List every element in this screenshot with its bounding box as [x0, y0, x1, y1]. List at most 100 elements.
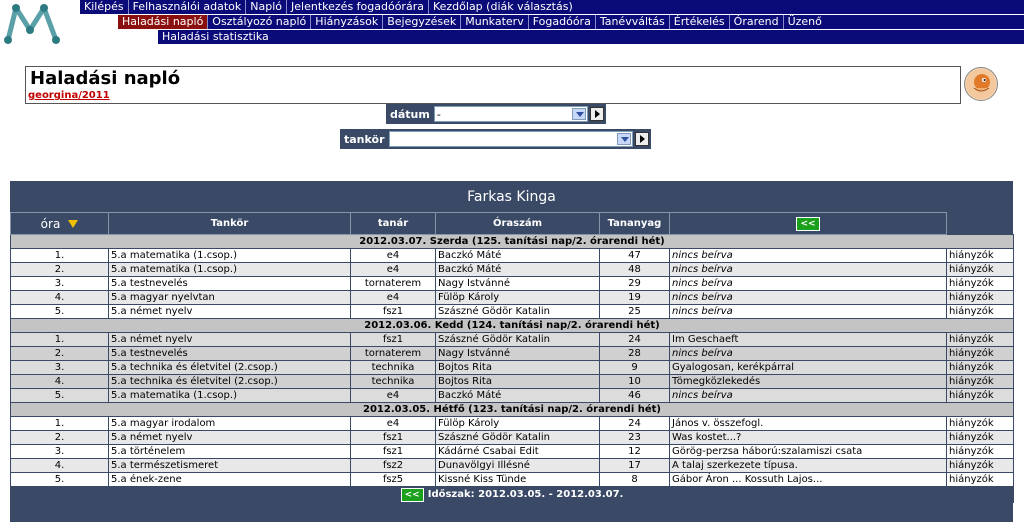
group-name: 5.a technika és életvitel (2.csop.) — [108, 374, 351, 389]
avatar[interactable] — [964, 67, 998, 101]
absentees-link[interactable]: hiányzók — [946, 444, 1014, 459]
col-header-ora[interactable]: óra — [10, 212, 109, 235]
lesson-count: 46 — [599, 388, 670, 403]
main-menu-item[interactable]: Felhasználói adatok — [129, 0, 247, 14]
footer-back-button[interactable]: << — [400, 488, 424, 502]
sub-menu-item[interactable]: Üzenő — [784, 15, 826, 29]
curriculum: Tömegközlekedés — [669, 374, 947, 389]
absentees-link[interactable]: hiányzók — [946, 248, 1014, 263]
sub-menu-item[interactable]: Haladási napló — [118, 15, 209, 29]
room: fsz1 — [350, 444, 436, 459]
lesson-count: 12 — [599, 444, 670, 459]
sub-menu-item[interactable]: Osztályozó napló — [208, 15, 312, 29]
col-header-tankor: Tankör — [108, 212, 351, 235]
teacher: Dunavölgyi Illésné — [435, 458, 600, 473]
curriculum: nincs beírva — [669, 388, 947, 403]
sub-menu-item[interactable]: Értékelés — [670, 15, 730, 29]
teacher: Szászné Gödör Katalin — [435, 332, 600, 347]
lesson-number: 1. — [10, 416, 109, 431]
sub-sub-menu-item[interactable]: Haladási statisztika — [158, 30, 273, 44]
absentees-link[interactable]: hiányzók — [946, 276, 1014, 291]
lesson-count: 47 — [599, 248, 670, 263]
date-filter-label: dátum — [390, 107, 430, 121]
curriculum: Im Geschaeft — [669, 332, 947, 347]
date-select[interactable]: - — [433, 106, 588, 122]
sort-down-icon[interactable] — [68, 220, 79, 228]
room: e4 — [350, 416, 436, 431]
teacher: Nagy Istvánné — [435, 276, 600, 291]
table-row: 4. 5.a természetismeret fsz2 Dunavölgyi Ill… — [10, 458, 1014, 473]
main-menu-item[interactable]: Kilépés — [80, 0, 129, 14]
group-name: 5.a testnevelés — [108, 346, 351, 361]
page-header: Haladási napló georgina/2011 — [25, 66, 961, 104]
absentees-link[interactable]: hiányzók — [946, 458, 1014, 473]
student-name: Farkas Kinga — [467, 189, 556, 205]
lesson-number: 4. — [10, 458, 109, 473]
sub-menu-item[interactable]: Fogadóóra — [529, 15, 596, 29]
lesson-number: 2. — [10, 346, 109, 361]
curriculum: Görög-perzsa háború:szalamiszi csata — [669, 444, 947, 459]
absentees-link[interactable]: hiányzók — [946, 416, 1014, 431]
sub-menu-item[interactable]: Tanévváltás — [596, 15, 670, 29]
table-row: 2. 5.a matematika (1.csop.) e4 Baczkó Máté 4… — [10, 262, 1014, 277]
room: fsz5 — [350, 472, 436, 487]
lesson-count: 19 — [599, 290, 670, 305]
main-menu-item[interactable]: Napló — [246, 0, 288, 14]
lesson-number: 3. — [10, 276, 109, 291]
absentees-link[interactable]: hiányzók — [946, 304, 1014, 319]
table-row: 1. 5.a magyar irodalom e4 Fülöp Károly 24 Ján… — [10, 416, 1014, 431]
lesson-count: 24 — [599, 332, 670, 347]
absentees-link[interactable]: hiányzók — [946, 374, 1014, 389]
main-menu-item[interactable]: Jelentkezés fogadóórára — [287, 0, 429, 14]
group-name: 5.a német nyelv — [108, 430, 351, 445]
absentees-link[interactable]: hiányzók — [946, 360, 1014, 375]
sub-menu-item[interactable]: Munkaterv — [461, 15, 529, 29]
col-header-tananyag: Tananyag — [599, 212, 670, 235]
curriculum: nincs beírva — [669, 346, 947, 361]
teacher: Nagy Istvánné — [435, 346, 600, 361]
group-go-button[interactable] — [634, 132, 649, 146]
main-menu: Kilépés Felhasználói adatok Napló Jelentkez… — [80, 0, 1024, 14]
sub-menu-item[interactable]: Órarend — [730, 15, 784, 29]
curriculum: nincs beírva — [669, 262, 947, 277]
absentees-link[interactable]: hiányzók — [946, 290, 1014, 305]
group-select[interactable] — [388, 131, 633, 147]
chevron-down-icon[interactable] — [571, 108, 586, 120]
sub-menu-item[interactable]: Bejegyzések — [383, 15, 462, 29]
back-button[interactable]: << — [796, 216, 820, 231]
absentees-link[interactable]: hiányzók — [946, 472, 1014, 487]
group-name: 5.a technika és életvitel (2.csop.) — [108, 360, 351, 375]
day-header-row: 2012.03.05. Hétfő (123. tanítási nap/2. … — [10, 402, 1014, 417]
curriculum: nincs beírva — [669, 304, 947, 319]
day-title: 2012.03.07. Szerda (125. tanítási nap/2.… — [10, 234, 1014, 249]
table-row: 2. 5.a testnevelés tornaterem Nagy Istvánné… — [10, 346, 1014, 361]
chevron-down-icon[interactable] — [616, 133, 631, 145]
date-go-button[interactable] — [589, 107, 604, 121]
sub-sub-menu: Haladási statisztika — [158, 30, 1024, 44]
absentees-link[interactable]: hiányzók — [946, 346, 1014, 361]
lesson-number: 5. — [10, 472, 109, 487]
absentees-link[interactable]: hiányzók — [946, 430, 1014, 445]
lesson-count: 25 — [599, 304, 670, 319]
col-header-back: << — [669, 212, 947, 235]
table-row: 5. 5.a matematika (1.csop.) e4 Baczkó Máté 4… — [10, 388, 1014, 403]
day-title: 2012.03.05. Hétfő (123. tanítási nap/2. … — [10, 402, 1014, 417]
group-name: 5.a matematika (1.csop.) — [108, 388, 351, 403]
absentees-link[interactable]: hiányzók — [946, 332, 1014, 347]
absentees-link[interactable]: hiányzók — [946, 388, 1014, 403]
absentees-link[interactable]: hiányzók — [946, 262, 1014, 277]
table-row: 3. 5.a történelem fsz1 Kádárné Csabai Edit 1… — [10, 444, 1014, 459]
lesson-number: 2. — [10, 262, 109, 277]
teacher: Szászné Gödör Katalin — [435, 304, 600, 319]
main-menu-item[interactable]: Kezdőlap (diák választás) — [429, 0, 577, 14]
room: tornaterem — [350, 346, 436, 361]
table-row: 1. 5.a német nyelv fsz1 Szászné Gödör Katal… — [10, 332, 1014, 347]
curriculum: János v. összefogl. — [669, 416, 947, 431]
group-name: 5.a történelem — [108, 444, 351, 459]
room: e4 — [350, 248, 436, 263]
lesson-count: 17 — [599, 458, 670, 473]
sub-menu-item[interactable]: Hiányzások — [311, 15, 384, 29]
group-name: 5.a matematika (1.csop.) — [108, 262, 351, 277]
user-link[interactable]: georgina/2011 — [28, 90, 110, 101]
lesson-number: 4. — [10, 374, 109, 389]
